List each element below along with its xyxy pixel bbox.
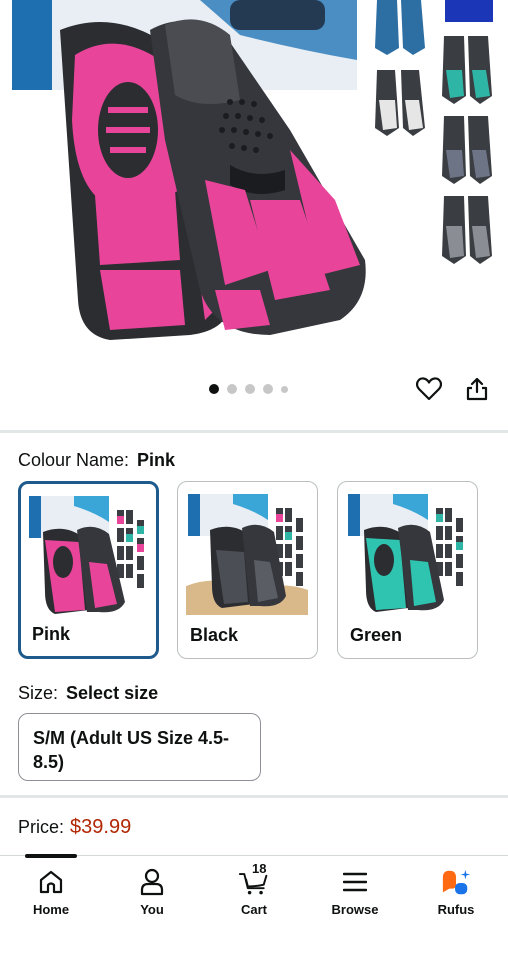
colour-option-label: Black <box>190 625 239 645</box>
carousel-dots[interactable] <box>209 384 288 394</box>
rufus-icon <box>442 869 471 895</box>
user-icon <box>140 868 164 896</box>
colour-label: Colour Name: <box>18 450 130 470</box>
colour-option-green[interactable]: Green <box>337 481 478 659</box>
nav-label: Cart <box>240 902 267 917</box>
carousel-dot[interactable] <box>245 384 255 394</box>
colour-option-label: Pink <box>32 624 71 644</box>
colour-selected-value: Pink <box>137 450 176 470</box>
nav-label: Browse <box>331 902 379 917</box>
heart-icon <box>416 377 442 401</box>
section-divider <box>0 430 508 433</box>
share-button[interactable] <box>462 374 492 404</box>
price-label: Price: <box>18 817 65 837</box>
carousel-dot[interactable] <box>227 384 237 394</box>
size-selected-value: Select size <box>66 683 159 703</box>
price-value: $39.99 <box>70 816 132 838</box>
product-image <box>12 0 493 340</box>
carousel-dot[interactable] <box>209 384 219 394</box>
carousel-dot[interactable] <box>263 384 273 394</box>
bottom-navigation: Home You 18 Cart Browse Rufus <box>0 854 508 960</box>
nav-browse[interactable]: Browse <box>310 866 400 917</box>
colour-name-row: Colour Name: Pink <box>18 450 175 471</box>
variant-thumbnails <box>375 0 493 264</box>
nav-label: Rufus <box>437 902 475 917</box>
colour-option-pink[interactable]: Pink <box>18 481 159 659</box>
colour-option-label: Green <box>350 625 403 645</box>
carousel-dot[interactable] <box>281 385 288 393</box>
section-divider <box>0 795 508 798</box>
colour-option-black[interactable]: Black <box>177 481 318 659</box>
menu-icon <box>343 872 367 892</box>
wishlist-button[interactable] <box>414 374 444 404</box>
nav-cart[interactable]: 18 Cart <box>209 861 299 917</box>
green-variant-image <box>348 494 463 612</box>
size-label: Size: <box>18 683 59 703</box>
size-option-label: S/M (Adult US Size 4.5-8.5) <box>33 728 230 772</box>
nav-you[interactable]: You <box>107 866 197 917</box>
pink-variant-image <box>29 496 144 614</box>
price-row: Price: $39.99 <box>18 816 131 839</box>
home-icon <box>39 870 63 894</box>
share-icon <box>466 377 488 401</box>
black-variant-image <box>186 494 308 615</box>
size-option-s-m[interactable]: S/M (Adult US Size 4.5-8.5) <box>18 713 261 781</box>
nav-label: Home <box>32 902 70 917</box>
product-image-gallery[interactable] <box>0 0 508 365</box>
cart-count-badge: 18 <box>252 861 267 876</box>
nav-label: You <box>140 902 164 917</box>
nav-rufus[interactable]: Rufus <box>411 866 501 917</box>
active-tab-indicator <box>25 854 77 858</box>
nav-home[interactable]: Home <box>6 866 96 917</box>
size-row: Size: Select size <box>18 683 158 704</box>
